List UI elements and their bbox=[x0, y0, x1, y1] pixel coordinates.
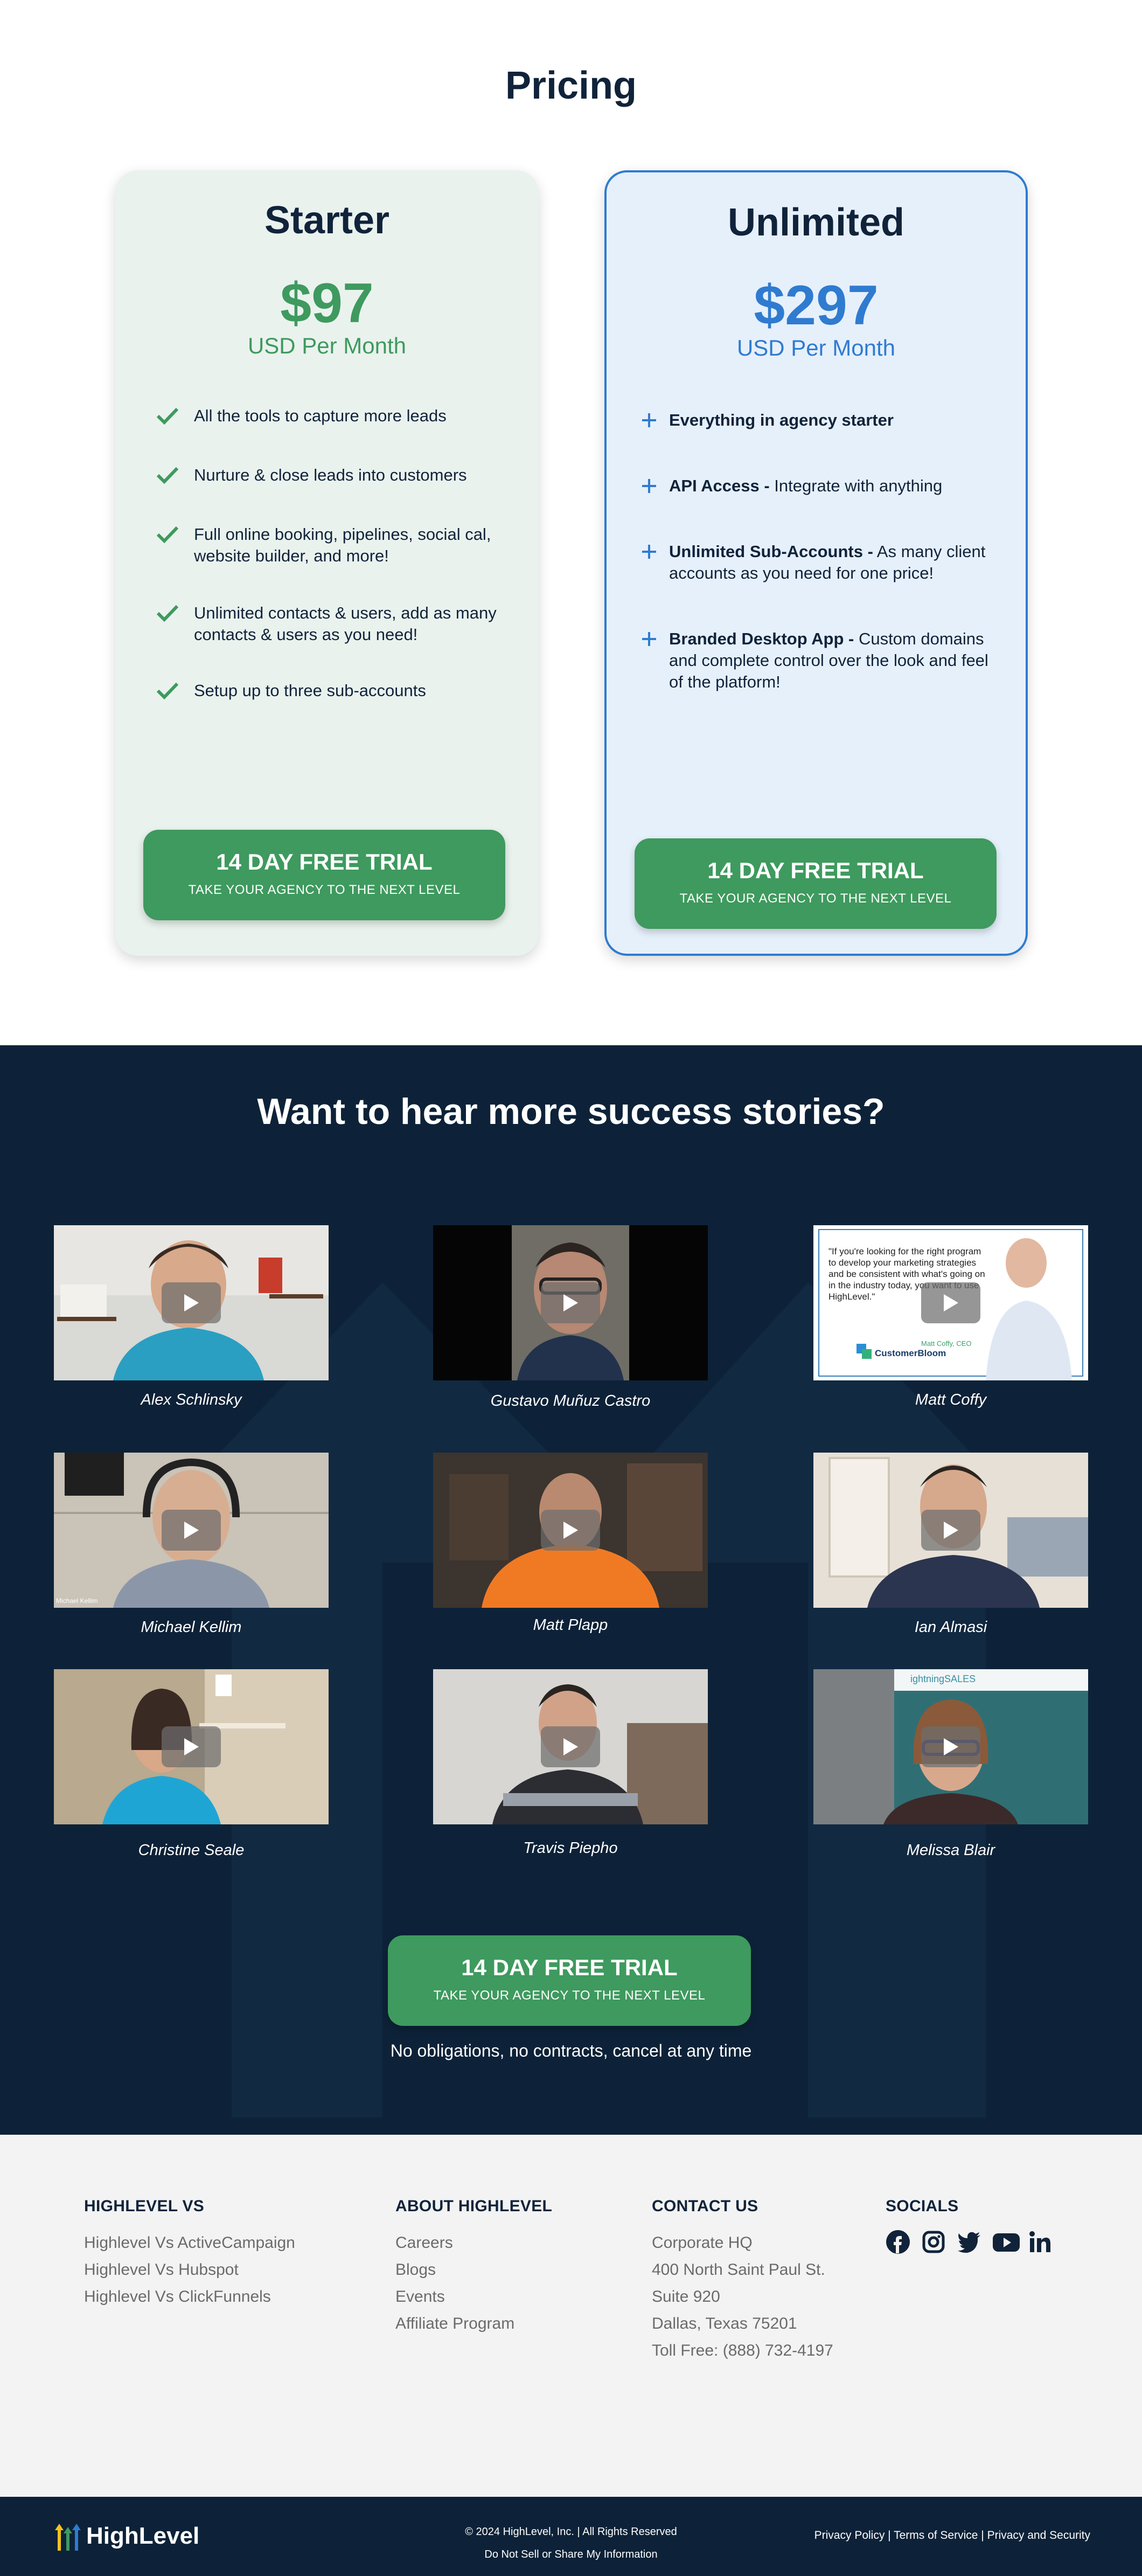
footer-col-title: ABOUT HIGHLEVEL bbox=[395, 2197, 553, 2215]
contact-line: 400 North Saint Paul St. bbox=[652, 2261, 825, 2279]
pricing-title: Pricing bbox=[505, 64, 637, 107]
pricing-section: Pricing Starter $97 USD Per Month All th… bbox=[0, 0, 1142, 1045]
video-overlay-name: Michael Kellim bbox=[56, 1597, 98, 1605]
contact-line: Corporate HQ bbox=[652, 2234, 753, 2252]
linkedin-icon[interactable] bbox=[1028, 2230, 1053, 2254]
feature-item: Unlimited Sub-Accounts - As many client … bbox=[637, 541, 1003, 584]
video-caption: Matt Coffy bbox=[915, 1391, 987, 1408]
plan-period: USD Per Month bbox=[736, 335, 896, 360]
feature-item: Nurture & close leads into customers bbox=[155, 464, 511, 486]
feature-item: API Access - Integrate with anything bbox=[637, 475, 1003, 497]
video-caption: Michael Kellim bbox=[141, 1619, 242, 1636]
stories-title: Want to hear more success stories? bbox=[257, 1091, 885, 1132]
checkmark-icon bbox=[155, 405, 180, 427]
feature-item: Unlimited contacts & users, add as many … bbox=[155, 602, 511, 645]
video-thumbnail[interactable] bbox=[433, 1225, 708, 1380]
feature-item: All the tools to capture more leads bbox=[155, 405, 511, 427]
footer-col-title: HIGHLEVEL VS bbox=[84, 2197, 205, 2215]
checkmark-icon bbox=[155, 464, 180, 486]
checkmark-icon bbox=[155, 524, 180, 545]
footer-col-about: ABOUT HIGHLEVEL Careers Blogs Events Aff… bbox=[395, 2197, 552, 2337]
feature-item: Branded Desktop App - Custom domains and… bbox=[637, 628, 1003, 693]
checkmark-icon bbox=[155, 680, 180, 702]
play-icon[interactable] bbox=[921, 1726, 980, 1767]
video-caption: Christine Seale bbox=[138, 1842, 245, 1859]
video-thumbnail[interactable] bbox=[813, 1453, 1088, 1608]
footer-link[interactable]: Careers bbox=[395, 2230, 552, 2256]
starter-free-trial-button[interactable]: 14 DAY FREE TRIAL TAKE YOUR AGENCY TO TH… bbox=[143, 830, 505, 920]
footer-link[interactable]: Highlevel Vs ClickFunnels bbox=[84, 2283, 295, 2310]
footer-link[interactable]: Blogs bbox=[395, 2256, 552, 2283]
video-sign-text: ightningSALES bbox=[910, 1674, 976, 1684]
video-caption: Gustavo Muñuz Castro bbox=[490, 1392, 651, 1409]
plus-icon bbox=[637, 409, 661, 431]
feature-item: Setup up to three sub-accounts bbox=[155, 680, 511, 702]
video-thumbnail[interactable]: ightningSALES bbox=[813, 1669, 1088, 1824]
play-icon[interactable] bbox=[541, 1510, 600, 1551]
plan-price: $97 bbox=[280, 272, 374, 335]
feature-item: Full online booking, pipelines, social c… bbox=[155, 524, 511, 567]
play-icon[interactable] bbox=[921, 1510, 980, 1551]
copyright-block: © 2024 HighLevel, Inc. | All Rights Rese… bbox=[0, 2521, 1142, 2566]
plus-icon bbox=[637, 541, 661, 563]
video-caption: Melissa Blair bbox=[906, 1842, 995, 1859]
play-icon[interactable] bbox=[162, 1510, 221, 1551]
facebook-icon[interactable] bbox=[886, 2230, 910, 2254]
video-thumbnail[interactable] bbox=[433, 1453, 708, 1608]
footer-col-highlevel-vs: HIGHLEVEL VS Highlevel Vs ActiveCampaign… bbox=[84, 2197, 295, 2310]
bottom-bar: HighLevel © 2024 HighLevel, Inc. | All R… bbox=[0, 2497, 1142, 2576]
unlimited-free-trial-button[interactable]: 14 DAY FREE TRIAL TAKE YOUR AGENCY TO TH… bbox=[635, 838, 997, 929]
plan-period: USD Per Month bbox=[247, 333, 407, 358]
footer-link[interactable]: Highlevel Vs Hubspot bbox=[84, 2256, 295, 2283]
play-icon[interactable] bbox=[162, 1282, 221, 1323]
footer-col-contact: CONTACT US Corporate HQ 400 North Saint … bbox=[652, 2197, 833, 2364]
unlimited-plan-card: Unlimited $297 USD Per Month Everything … bbox=[604, 170, 1028, 956]
footer-col-title: SOCIALS bbox=[886, 2197, 959, 2215]
testimonial-caption: Matt Coffy, CEO bbox=[921, 1339, 972, 1348]
video-thumbnail[interactable]: "If you're looking for the right program… bbox=[813, 1225, 1088, 1380]
legal-links[interactable]: Privacy Policy | Terms of Service | Priv… bbox=[814, 2529, 1090, 2542]
play-icon[interactable] bbox=[541, 1282, 600, 1323]
brand-name: CustomerBloom bbox=[875, 1348, 946, 1358]
video-caption: Matt Plapp bbox=[533, 1616, 608, 1634]
video-thumbnail[interactable] bbox=[54, 1225, 329, 1380]
starter-plan-card: Starter $97 USD Per Month All the tools … bbox=[115, 170, 539, 956]
success-stories-section: Want to hear more success stories? Alex … bbox=[0, 1045, 1142, 2135]
video-caption: Travis Piepho bbox=[523, 1839, 618, 1857]
twitter-icon[interactable] bbox=[957, 2230, 981, 2254]
plan-name: Starter bbox=[264, 199, 390, 242]
play-icon[interactable] bbox=[541, 1726, 600, 1767]
video-caption: Alex Schlinsky bbox=[141, 1391, 242, 1408]
instagram-icon[interactable] bbox=[921, 2230, 946, 2254]
youtube-icon[interactable] bbox=[992, 2230, 1020, 2254]
do-not-sell-link[interactable]: Do Not Sell or Share My Information bbox=[484, 2549, 657, 2560]
plus-icon bbox=[637, 628, 661, 650]
play-icon[interactable] bbox=[921, 1282, 980, 1323]
video-thumbnail[interactable]: Michael Kellim bbox=[54, 1453, 329, 1608]
footer-link[interactable]: Affiliate Program bbox=[395, 2310, 552, 2337]
play-icon[interactable] bbox=[162, 1726, 221, 1767]
footer-col-title: CONTACT US bbox=[652, 2197, 758, 2215]
contact-line: Dallas, Texas 75201 bbox=[652, 2315, 797, 2332]
contact-line: Suite 920 bbox=[652, 2288, 720, 2306]
checkmark-icon bbox=[155, 602, 180, 624]
plan-name: Unlimited bbox=[727, 201, 904, 244]
no-obligations-note: No obligations, no contracts, cancel at … bbox=[390, 2041, 752, 2060]
plus-icon bbox=[637, 475, 661, 497]
stories-free-trial-button[interactable]: 14 DAY FREE TRIAL TAKE YOUR AGENCY TO TH… bbox=[388, 1935, 751, 2026]
contact-phone[interactable]: Toll Free: (888) 732-4197 bbox=[652, 2337, 833, 2364]
plan-price: $297 bbox=[754, 274, 879, 337]
video-thumbnail[interactable] bbox=[433, 1669, 708, 1824]
footer-link[interactable]: Highlevel Vs ActiveCampaign bbox=[84, 2230, 295, 2256]
feature-item: Everything in agency starter bbox=[637, 409, 1003, 431]
footer-col-socials: SOCIALS bbox=[886, 2197, 1053, 2254]
site-footer: HIGHLEVEL VS Highlevel Vs ActiveCampaign… bbox=[0, 2135, 1142, 2497]
video-thumbnail[interactable] bbox=[54, 1669, 329, 1824]
video-caption: Ian Almasi bbox=[914, 1619, 987, 1636]
footer-link[interactable]: Events bbox=[395, 2283, 552, 2310]
